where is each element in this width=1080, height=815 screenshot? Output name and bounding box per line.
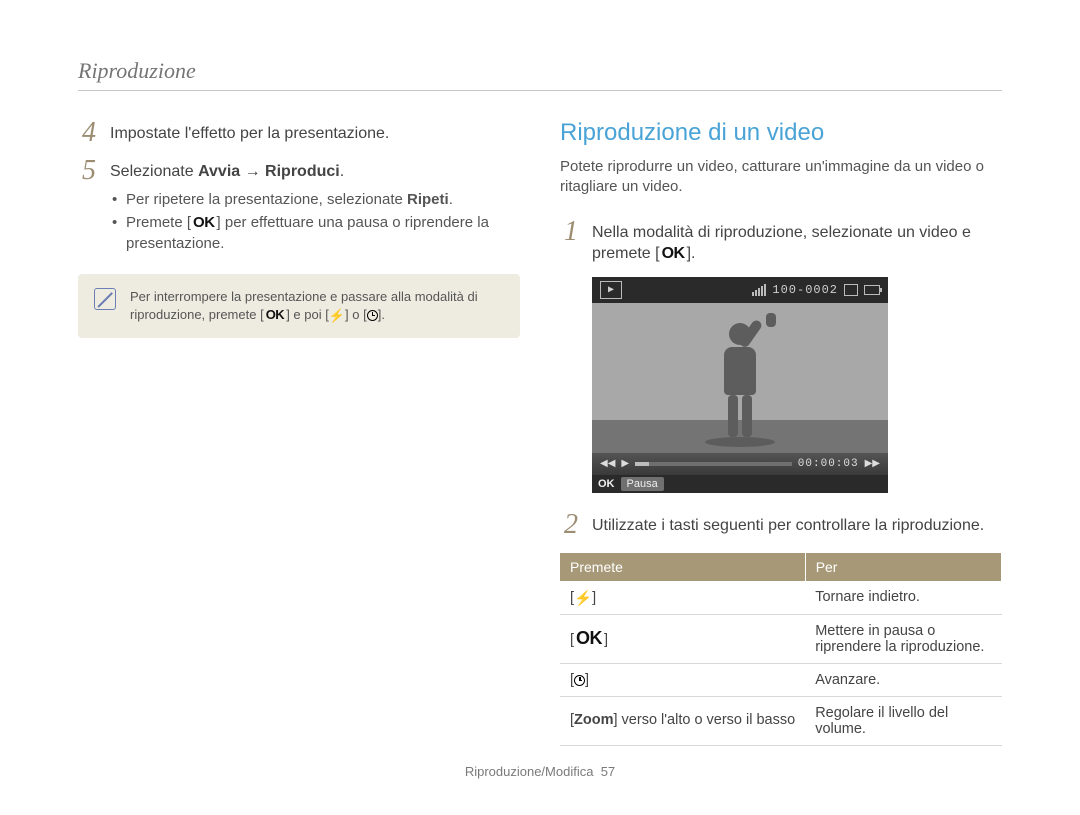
ok-icon: OK — [660, 243, 687, 265]
page-footer: Riproduzione/Modifica 57 — [0, 764, 1080, 779]
text-segment: Nella modalità di riproduzione, selezion… — [592, 224, 971, 263]
intro-paragraph: Potete riprodurre un video, catturare un… — [560, 157, 1002, 198]
pausa-label: Pausa — [621, 477, 664, 491]
value-cell: Avanzare. — [805, 663, 1001, 696]
step-4: 4 Impostate l'effetto per la presentazio… — [78, 119, 520, 147]
card-icon — [844, 284, 858, 296]
footer-text: Riproduzione/Modifica — [465, 764, 594, 779]
file-counter: 100-0002 — [772, 283, 838, 297]
step-text: Selezionate Avvia → Riproduci. Per ripet… — [110, 157, 520, 256]
zoom-label: Zoom — [574, 712, 613, 728]
progress-bar — [635, 462, 792, 466]
step-1: 1 Nella modalità di riproduzione, selezi… — [560, 218, 1002, 265]
ok-icon: OK — [574, 628, 604, 649]
playback-controls: ◀◀ ▶ 00:00:03 ▶▶ — [592, 453, 888, 475]
right-column: Riproduzione di un video Potete riprodur… — [560, 119, 1002, 746]
note-segment: ] e poi [ — [286, 307, 329, 322]
bullet-bold: Ripeti — [407, 191, 449, 208]
bullet-item: Premete [OK] per effettuare una pausa o … — [110, 212, 520, 254]
key-cell: [OK] — [560, 614, 805, 663]
value-cell: Mettere in pausa o riprendere la riprodu… — [805, 614, 1001, 663]
bullet-text: Per ripetere la presentazione, seleziona… — [126, 191, 407, 208]
camera-preview: ▶ 100-0002 — [592, 277, 888, 493]
section-heading: Riproduzione di un video — [560, 119, 1002, 147]
note-segment: ]. — [378, 307, 385, 322]
step-number: 2 — [560, 511, 578, 539]
bullet-text: . — [449, 191, 453, 208]
camera-topbar: ▶ 100-0002 — [592, 277, 888, 303]
value-cell: Tornare indietro. — [805, 581, 1001, 615]
forward-icon: ▶▶ — [865, 458, 880, 469]
key-cell: [] — [560, 663, 805, 696]
page-title: Riproduzione — [78, 58, 1002, 91]
play-mode-icon: ▶ — [600, 281, 622, 299]
video-stage — [592, 303, 888, 453]
text-bold: Avvia → Riproduci — [198, 163, 340, 180]
step-text: Utilizzate i tasti seguenti per controll… — [592, 511, 1002, 539]
key-text: ] verso l'alto o verso il basso — [614, 712, 796, 728]
signal-icon — [752, 284, 766, 296]
table-header: Per — [805, 553, 1001, 581]
camera-bottombar: OK Pausa — [592, 475, 888, 493]
shadow — [705, 437, 775, 447]
page-number: 57 — [601, 764, 615, 779]
step-number: 5 — [78, 157, 96, 256]
note-box: Per interrompere la presentazione e pass… — [78, 274, 520, 338]
text-suffix: . — [340, 163, 344, 180]
person-silhouette — [710, 323, 770, 443]
table-row: [⚡] Tornare indietro. — [560, 581, 1002, 615]
timestamp: 00:00:03 — [798, 458, 859, 470]
step-number: 4 — [78, 119, 96, 147]
key-cell: [Zoom] verso l'alto o verso il basso — [560, 696, 805, 745]
ok-icon: OK — [598, 478, 615, 490]
timer-icon — [574, 675, 585, 686]
battery-icon — [864, 285, 880, 295]
timer-icon — [367, 310, 378, 321]
table-row: [OK] Mettere in pausa o riprendere la ri… — [560, 614, 1002, 663]
camera-status: 100-0002 — [752, 283, 880, 297]
text-prefix: Selezionate — [110, 163, 198, 180]
flash-icon: ⚡ — [574, 590, 592, 607]
bullet-text: Premete [ — [126, 214, 191, 231]
table-row: [Zoom] verso l'alto o verso il basso Reg… — [560, 696, 1002, 745]
bracket: ] — [604, 632, 608, 648]
bullet-item: Per ripetere la presentazione, seleziona… — [110, 189, 520, 210]
left-column: 4 Impostate l'effetto per la presentazio… — [78, 119, 520, 746]
step-5: 5 Selezionate Avvia → Riproduci. Per rip… — [78, 157, 520, 256]
text-segment: ]. — [687, 245, 696, 262]
rewind-icon: ◀◀ — [600, 458, 615, 469]
ok-icon: OK — [264, 306, 287, 324]
key-cell: [⚡] — [560, 581, 805, 615]
flash-icon: ⚡ — [329, 307, 345, 325]
step-2: 2 Utilizzate i tasti seguenti per contro… — [560, 511, 1002, 539]
bracket: ] — [585, 672, 589, 688]
controls-table: Premete Per [⚡] Tornare indietro. [OK] — [560, 553, 1002, 746]
bracket: ] — [592, 590, 596, 606]
play-icon: ▶ — [621, 458, 629, 469]
note-segment: ] o [ — [345, 307, 367, 322]
value-cell: Regolare il livello del volume. — [805, 696, 1001, 745]
step-text: Impostate l'effetto per la presentazione… — [110, 119, 520, 147]
step-number: 1 — [560, 218, 578, 265]
note-icon — [94, 288, 116, 310]
step-text: Nella modalità di riproduzione, selezion… — [592, 218, 1002, 265]
note-text: Per interrompere la presentazione e pass… — [130, 288, 504, 324]
table-header: Premete — [560, 553, 805, 581]
ok-icon: OK — [191, 212, 217, 233]
table-row: [] Avanzare. — [560, 663, 1002, 696]
